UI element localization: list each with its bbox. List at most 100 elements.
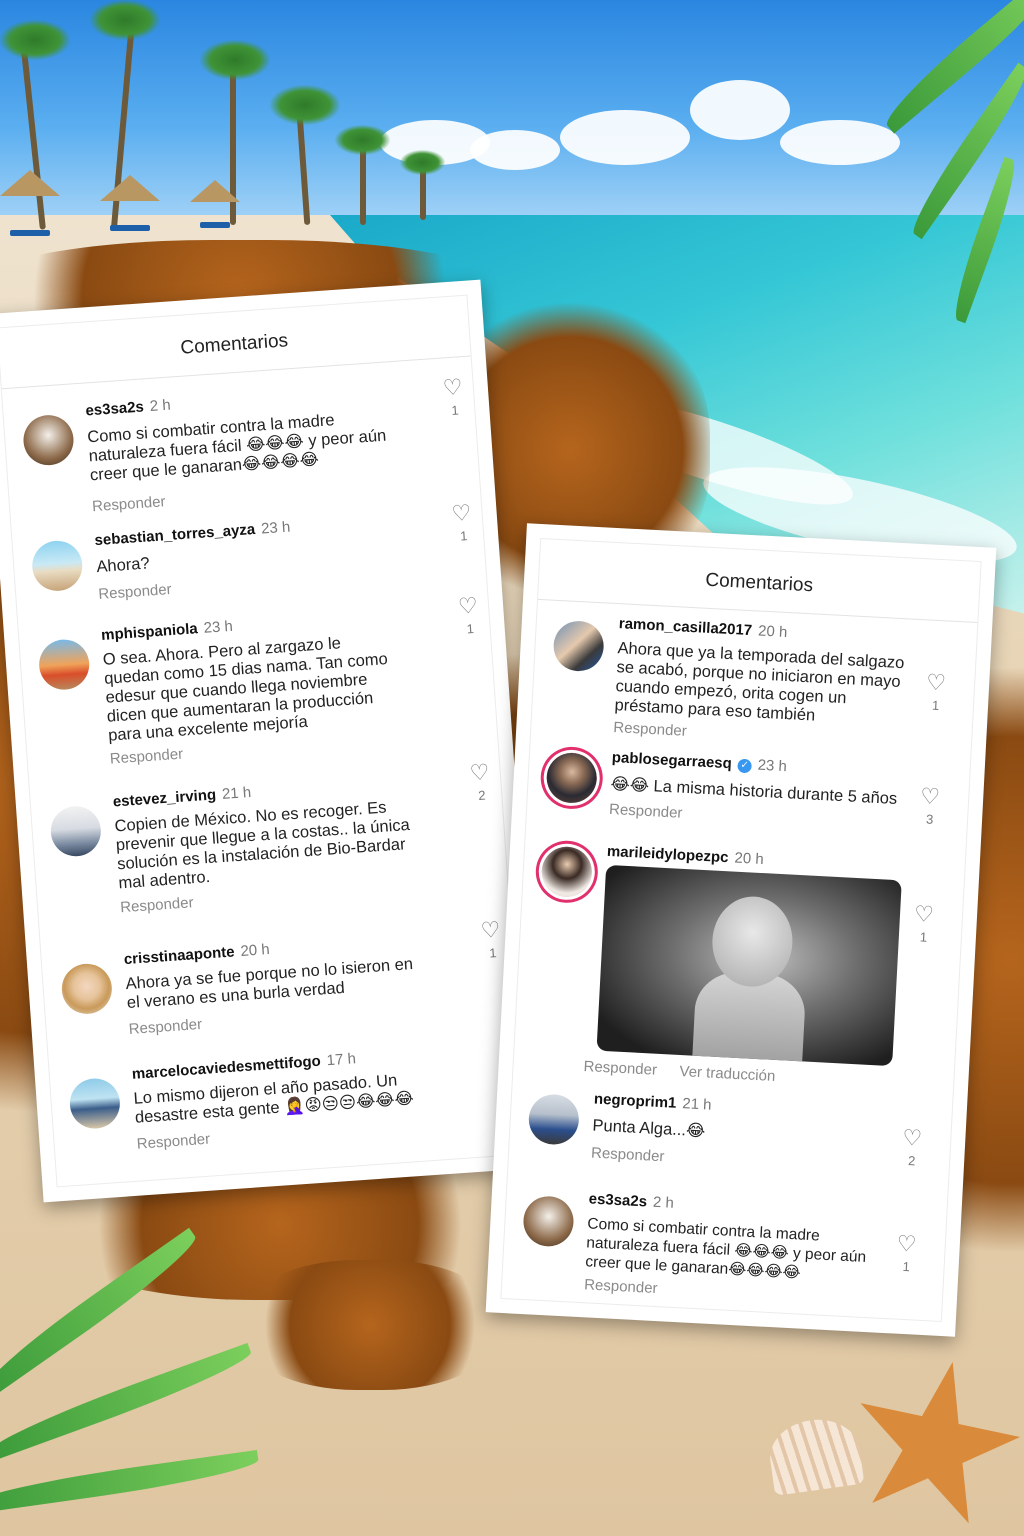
heart-outline-icon[interactable]: ♡ <box>913 901 934 927</box>
panel-inner: Comentarios es3sa2s 2 h Como si combatir … <box>0 294 528 1188</box>
reply-button[interactable]: Responder <box>92 493 166 515</box>
username[interactable]: mphispaniola 23 h <box>101 618 234 644</box>
like-count: 1 <box>919 929 928 945</box>
panel-title: Comentarios <box>704 569 814 597</box>
comment-text: Ahora que ya la temporada del salgazo se… <box>614 639 905 725</box>
avatar[interactable] <box>21 413 76 467</box>
like-count: 1 <box>466 620 475 637</box>
left-comments-panel: Comentarios es3sa2s 2 h Como si combatir … <box>0 279 543 1203</box>
palm-top <box>400 150 445 175</box>
heart-outline-icon[interactable]: ♡ <box>480 917 501 943</box>
comment-text: Punta Alga...😂 <box>592 1116 706 1141</box>
like-count: 2 <box>477 787 487 804</box>
see-translation-link[interactable]: Ver traducción <box>679 1063 776 1085</box>
lounge-chair <box>10 230 50 236</box>
like-count: 1 <box>902 1258 911 1275</box>
comment: crisstinaaponte 20 h Ahora ya se fue porq… <box>42 917 511 1038</box>
timestamp: 2 h <box>652 1193 675 1212</box>
like-count: 2 <box>907 1153 916 1169</box>
username[interactable]: es3sa2s 2 h <box>85 397 171 420</box>
timestamp: 21 h <box>681 1095 712 1114</box>
avatar[interactable] <box>30 539 84 593</box>
username[interactable]: negroprim1 21 h <box>594 1091 712 1114</box>
like-count: 1 <box>488 945 498 961</box>
avatar[interactable] <box>49 804 103 858</box>
avatar[interactable] <box>540 845 594 899</box>
heart-outline-icon[interactable]: ♡ <box>451 500 472 526</box>
cloud <box>780 120 900 165</box>
username[interactable]: ramon_casilla2017 20 h <box>618 615 787 641</box>
avatar[interactable] <box>37 637 91 692</box>
like-count: 3 <box>925 811 934 827</box>
timestamp: 20 h <box>734 849 765 869</box>
cloud <box>690 80 790 140</box>
avatar[interactable] <box>552 619 605 673</box>
panel-title: Comentarios <box>179 330 289 359</box>
reply-button[interactable]: Responder <box>583 1058 657 1079</box>
verified-badge-icon: ✓ <box>737 758 753 774</box>
username[interactable]: crisstinaaponte 20 h <box>123 941 270 968</box>
avatar[interactable] <box>545 751 599 805</box>
palm-top <box>335 125 390 155</box>
cloud <box>470 130 560 170</box>
cloud <box>560 110 690 165</box>
username[interactable]: sebastian_torres_ayza 23 h <box>94 519 291 550</box>
heart-outline-icon[interactable]: ♡ <box>926 669 947 695</box>
comment: sebastian_torres_ayza 23 h Ahora? Respond… <box>12 500 481 603</box>
timestamp: 20 h <box>239 940 271 960</box>
timestamp: 21 h <box>221 783 252 803</box>
like-count: 1 <box>459 528 468 544</box>
avatar[interactable] <box>68 1076 122 1131</box>
comment: es3sa2s 2 h Como si combatir contra la ma… <box>507 1186 946 1297</box>
username[interactable]: marileidylopezpc 20 h <box>606 843 764 868</box>
timestamp: 23 h <box>260 518 291 538</box>
heart-outline-icon[interactable]: ♡ <box>896 1231 917 1257</box>
comment: ramon_casilla2017 20 h Ahora que ya la te… <box>537 611 976 740</box>
comment: marcelocaviedesmettifogo 17 h Lo mismo di… <box>50 1034 522 1153</box>
comment: estevez_irving 21 h Copien de México. No … <box>31 759 500 916</box>
comment: marileidylopezpc 20 h Responder Ver tradu… <box>525 839 964 1085</box>
palm-top <box>200 40 270 80</box>
lounge-chair <box>200 222 230 228</box>
comment-text: Como si combatir contra la madre natural… <box>584 1215 867 1282</box>
heart-outline-icon[interactable]: ♡ <box>920 783 941 809</box>
comment-text: O sea. Ahora. Pero al zargazo le quedan … <box>102 634 389 745</box>
reply-button[interactable]: Responder <box>613 719 687 740</box>
reply-button[interactable]: Responder <box>128 1016 202 1038</box>
timestamp: 23 h <box>203 617 234 637</box>
comment: mphispaniola 23 h O sea. Ahora. Pero al z… <box>19 593 488 768</box>
reply-button[interactable]: Responder <box>584 1276 658 1297</box>
heart-outline-icon[interactable]: ♡ <box>457 593 478 619</box>
reply-button[interactable]: Responder <box>120 894 194 916</box>
comment-text: Ahora? <box>95 554 151 577</box>
timestamp: 17 h <box>326 1050 357 1070</box>
lounge-chair <box>110 225 150 231</box>
heart-outline-icon[interactable]: ♡ <box>902 1125 923 1151</box>
avatar[interactable] <box>527 1093 581 1146</box>
comment: negroprim1 21 h Punta Alga...😂 Responder … <box>513 1086 952 1168</box>
heart-outline-icon[interactable]: ♡ <box>469 759 490 785</box>
username[interactable]: estevez_irving 21 h <box>112 784 251 811</box>
reply-button[interactable]: Responder <box>609 801 683 822</box>
avatar[interactable] <box>522 1195 575 1248</box>
panel-inner: Comentarios ramon_casilla2017 20 h Ahora … <box>500 537 982 1323</box>
comment-text: Como si combatir contra la madre natural… <box>86 411 387 485</box>
timestamp: 20 h <box>757 622 788 642</box>
right-comments-panel: Comentarios ramon_casilla2017 20 h Ahora … <box>485 523 997 1337</box>
username[interactable]: pablosegarraesq ✓ 23 h <box>611 749 787 775</box>
comment: es3sa2s 2 h Como si combatir contra la ma… <box>3 374 472 515</box>
palm-top <box>270 85 340 125</box>
sargassum <box>240 1260 500 1390</box>
comment-image[interactable] <box>596 864 902 1067</box>
avatar[interactable] <box>60 962 114 1016</box>
reply-button[interactable]: Responder <box>109 746 183 768</box>
palm-top <box>90 0 160 40</box>
reply-button[interactable]: Responder <box>591 1144 665 1165</box>
like-count: 1 <box>931 697 940 714</box>
comment: pablosegarraesq ✓ 23 h 😂😂 La misma histori… <box>530 745 969 827</box>
heart-outline-icon[interactable]: ♡ <box>442 374 463 400</box>
palm-top <box>0 20 70 60</box>
reply-button[interactable]: Responder <box>98 581 172 603</box>
username[interactable]: es3sa2s 2 h <box>588 1190 674 1211</box>
reply-button[interactable]: Responder <box>136 1131 210 1153</box>
